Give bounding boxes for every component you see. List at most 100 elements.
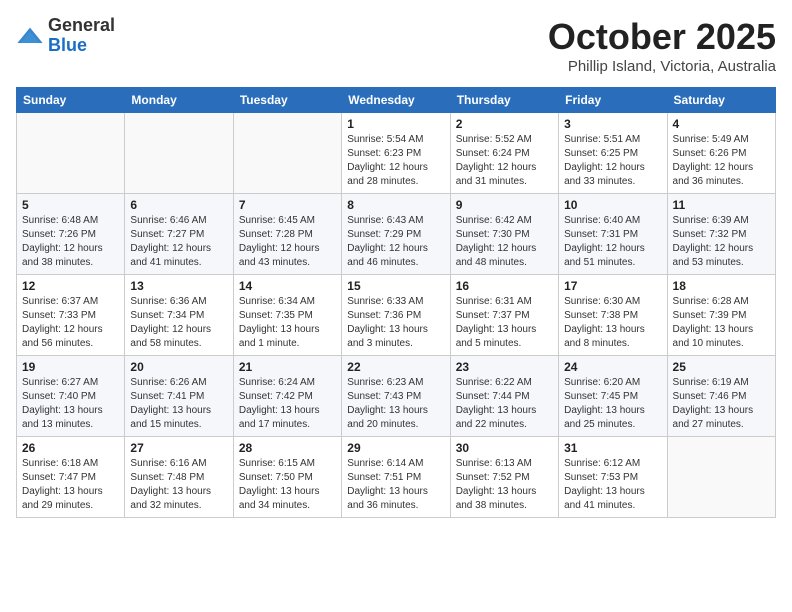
- day-info: Sunrise: 6:20 AM Sunset: 7:45 PM Dayligh…: [564, 376, 661, 432]
- calendar-day-cell: 1 Sunrise: 5:54 AM Sunset: 6:23 PM Daylig…: [342, 113, 450, 194]
- day-number: 2: [456, 117, 553, 131]
- location-title: Phillip Island, Victoria, Australia: [548, 58, 776, 75]
- day-info: Sunrise: 6:33 AM Sunset: 7:36 PM Dayligh…: [347, 295, 444, 351]
- weekday-header: Wednesday: [342, 88, 450, 113]
- calendar-day-cell: 17Sunrise: 6:30 AM Sunset: 7:38 PM Dayli…: [559, 275, 667, 356]
- day-number: 29: [347, 441, 444, 455]
- day-number: 3: [564, 117, 661, 131]
- day-info: Sunrise: 5:49 AM Sunset: 6:26 PM Dayligh…: [673, 133, 770, 189]
- day-number: 21: [239, 360, 336, 374]
- day-number: 5: [22, 198, 119, 212]
- calendar-day-cell: [667, 437, 775, 518]
- day-number: 11: [673, 198, 770, 212]
- calendar-day-cell: 6 Sunrise: 6:46 AM Sunset: 7:27 PM Daylig…: [125, 194, 233, 275]
- month-title: October 2025: [548, 16, 776, 58]
- day-info: Sunrise: 6:37 AM Sunset: 7:33 PM Dayligh…: [22, 295, 119, 351]
- day-number: 23: [456, 360, 553, 374]
- calendar-day-cell: [17, 113, 125, 194]
- day-number: 14: [239, 279, 336, 293]
- day-info: Sunrise: 6:23 AM Sunset: 7:43 PM Dayligh…: [347, 376, 444, 432]
- weekday-header-row: SundayMondayTuesdayWednesdayThursdayFrid…: [17, 88, 776, 113]
- day-number: 28: [239, 441, 336, 455]
- day-info: Sunrise: 6:26 AM Sunset: 7:41 PM Dayligh…: [130, 376, 227, 432]
- calendar-week-row: 5Sunrise: 6:48 AM Sunset: 7:26 PM Daylig…: [17, 194, 776, 275]
- day-info: Sunrise: 6:14 AM Sunset: 7:51 PM Dayligh…: [347, 457, 444, 513]
- calendar-day-cell: 4Sunrise: 5:49 AM Sunset: 6:26 PM Daylig…: [667, 113, 775, 194]
- weekday-header: Sunday: [17, 88, 125, 113]
- day-info: Sunrise: 6:45 AM Sunset: 7:28 PM Dayligh…: [239, 214, 336, 270]
- weekday-header: Monday: [125, 88, 233, 113]
- calendar-week-row: 26 Sunrise: 6:18 AM Sunset: 7:47 PM Dayli…: [17, 437, 776, 518]
- day-info: Sunrise: 6:34 AM Sunset: 7:35 PM Dayligh…: [239, 295, 336, 351]
- calendar-day-cell: 15 Sunrise: 6:33 AM Sunset: 7:36 PM Dayli…: [342, 275, 450, 356]
- calendar-day-cell: 27 Sunrise: 6:16 AM Sunset: 7:48 PM Dayli…: [125, 437, 233, 518]
- day-number: 27: [130, 441, 227, 455]
- calendar-day-cell: 26 Sunrise: 6:18 AM Sunset: 7:47 PM Dayli…: [17, 437, 125, 518]
- day-number: 12: [22, 279, 119, 293]
- calendar-day-cell: 28 Sunrise: 6:15 AM Sunset: 7:50 PM Dayli…: [233, 437, 341, 518]
- day-number: 20: [130, 360, 227, 374]
- page-header: General Blue October 2025 Phillip Island…: [16, 16, 776, 75]
- calendar-day-cell: 22Sunrise: 6:23 AM Sunset: 7:43 PM Dayli…: [342, 356, 450, 437]
- day-number: 30: [456, 441, 553, 455]
- day-info: Sunrise: 6:43 AM Sunset: 7:29 PM Dayligh…: [347, 214, 444, 270]
- day-number: 26: [22, 441, 119, 455]
- calendar-day-cell: 24 Sunrise: 6:20 AM Sunset: 7:45 PM Dayli…: [559, 356, 667, 437]
- calendar-day-cell: 20 Sunrise: 6:26 AM Sunset: 7:41 PM Dayli…: [125, 356, 233, 437]
- calendar-day-cell: 3 Sunrise: 5:51 AM Sunset: 6:25 PM Daylig…: [559, 113, 667, 194]
- day-info: Sunrise: 6:24 AM Sunset: 7:42 PM Dayligh…: [239, 376, 336, 432]
- logo-blue: Blue: [48, 35, 87, 55]
- calendar-day-cell: 12 Sunrise: 6:37 AM Sunset: 7:33 PM Dayli…: [17, 275, 125, 356]
- day-number: 1: [347, 117, 444, 131]
- calendar-day-cell: 19 Sunrise: 6:27 AM Sunset: 7:40 PM Dayli…: [17, 356, 125, 437]
- day-info: Sunrise: 6:46 AM Sunset: 7:27 PM Dayligh…: [130, 214, 227, 270]
- day-info: Sunrise: 5:54 AM Sunset: 6:23 PM Dayligh…: [347, 133, 444, 189]
- weekday-header: Tuesday: [233, 88, 341, 113]
- calendar-day-cell: 11 Sunrise: 6:39 AM Sunset: 7:32 PM Dayli…: [667, 194, 775, 275]
- day-info: Sunrise: 6:15 AM Sunset: 7:50 PM Dayligh…: [239, 457, 336, 513]
- day-number: 15: [347, 279, 444, 293]
- day-info: Sunrise: 5:52 AM Sunset: 6:24 PM Dayligh…: [456, 133, 553, 189]
- calendar-day-cell: 29 Sunrise: 6:14 AM Sunset: 7:51 PM Dayli…: [342, 437, 450, 518]
- calendar-day-cell: 30Sunrise: 6:13 AM Sunset: 7:52 PM Dayli…: [450, 437, 558, 518]
- day-info: Sunrise: 6:18 AM Sunset: 7:47 PM Dayligh…: [22, 457, 119, 513]
- calendar-week-row: 19 Sunrise: 6:27 AM Sunset: 7:40 PM Dayli…: [17, 356, 776, 437]
- calendar-day-cell: 18Sunrise: 6:28 AM Sunset: 7:39 PM Dayli…: [667, 275, 775, 356]
- calendar-day-cell: 14 Sunrise: 6:34 AM Sunset: 7:35 PM Dayli…: [233, 275, 341, 356]
- day-info: Sunrise: 6:36 AM Sunset: 7:34 PM Dayligh…: [130, 295, 227, 351]
- logo-icon: [16, 22, 44, 50]
- day-info: Sunrise: 6:27 AM Sunset: 7:40 PM Dayligh…: [22, 376, 119, 432]
- weekday-header: Saturday: [667, 88, 775, 113]
- calendar-week-row: 12 Sunrise: 6:37 AM Sunset: 7:33 PM Dayli…: [17, 275, 776, 356]
- calendar-day-cell: 23 Sunrise: 6:22 AM Sunset: 7:44 PM Dayli…: [450, 356, 558, 437]
- day-info: Sunrise: 6:16 AM Sunset: 7:48 PM Dayligh…: [130, 457, 227, 513]
- day-info: Sunrise: 6:39 AM Sunset: 7:32 PM Dayligh…: [673, 214, 770, 270]
- calendar-day-cell: 21 Sunrise: 6:24 AM Sunset: 7:42 PM Dayli…: [233, 356, 341, 437]
- day-number: 9: [456, 198, 553, 212]
- weekday-header: Thursday: [450, 88, 558, 113]
- day-info: Sunrise: 6:40 AM Sunset: 7:31 PM Dayligh…: [564, 214, 661, 270]
- day-number: 31: [564, 441, 661, 455]
- title-block: October 2025 Phillip Island, Victoria, A…: [548, 16, 776, 75]
- day-number: 6: [130, 198, 227, 212]
- logo-general: General: [48, 15, 115, 35]
- day-number: 19: [22, 360, 119, 374]
- day-number: 10: [564, 198, 661, 212]
- calendar-day-cell: 25Sunrise: 6:19 AM Sunset: 7:46 PM Dayli…: [667, 356, 775, 437]
- calendar-day-cell: [233, 113, 341, 194]
- day-info: Sunrise: 6:22 AM Sunset: 7:44 PM Dayligh…: [456, 376, 553, 432]
- day-number: 24: [564, 360, 661, 374]
- day-number: 16: [456, 279, 553, 293]
- calendar-table: SundayMondayTuesdayWednesdayThursdayFrid…: [16, 87, 776, 518]
- calendar-day-cell: 8Sunrise: 6:43 AM Sunset: 7:29 PM Daylig…: [342, 194, 450, 275]
- weekday-header: Friday: [559, 88, 667, 113]
- logo-text: General Blue: [48, 16, 115, 56]
- day-number: 13: [130, 279, 227, 293]
- calendar-day-cell: 13 Sunrise: 6:36 AM Sunset: 7:34 PM Dayli…: [125, 275, 233, 356]
- day-info: Sunrise: 5:51 AM Sunset: 6:25 PM Dayligh…: [564, 133, 661, 189]
- calendar-day-cell: 9Sunrise: 6:42 AM Sunset: 7:30 PM Daylig…: [450, 194, 558, 275]
- day-number: 18: [673, 279, 770, 293]
- logo: General Blue: [16, 16, 115, 56]
- calendar-day-cell: [125, 113, 233, 194]
- day-number: 7: [239, 198, 336, 212]
